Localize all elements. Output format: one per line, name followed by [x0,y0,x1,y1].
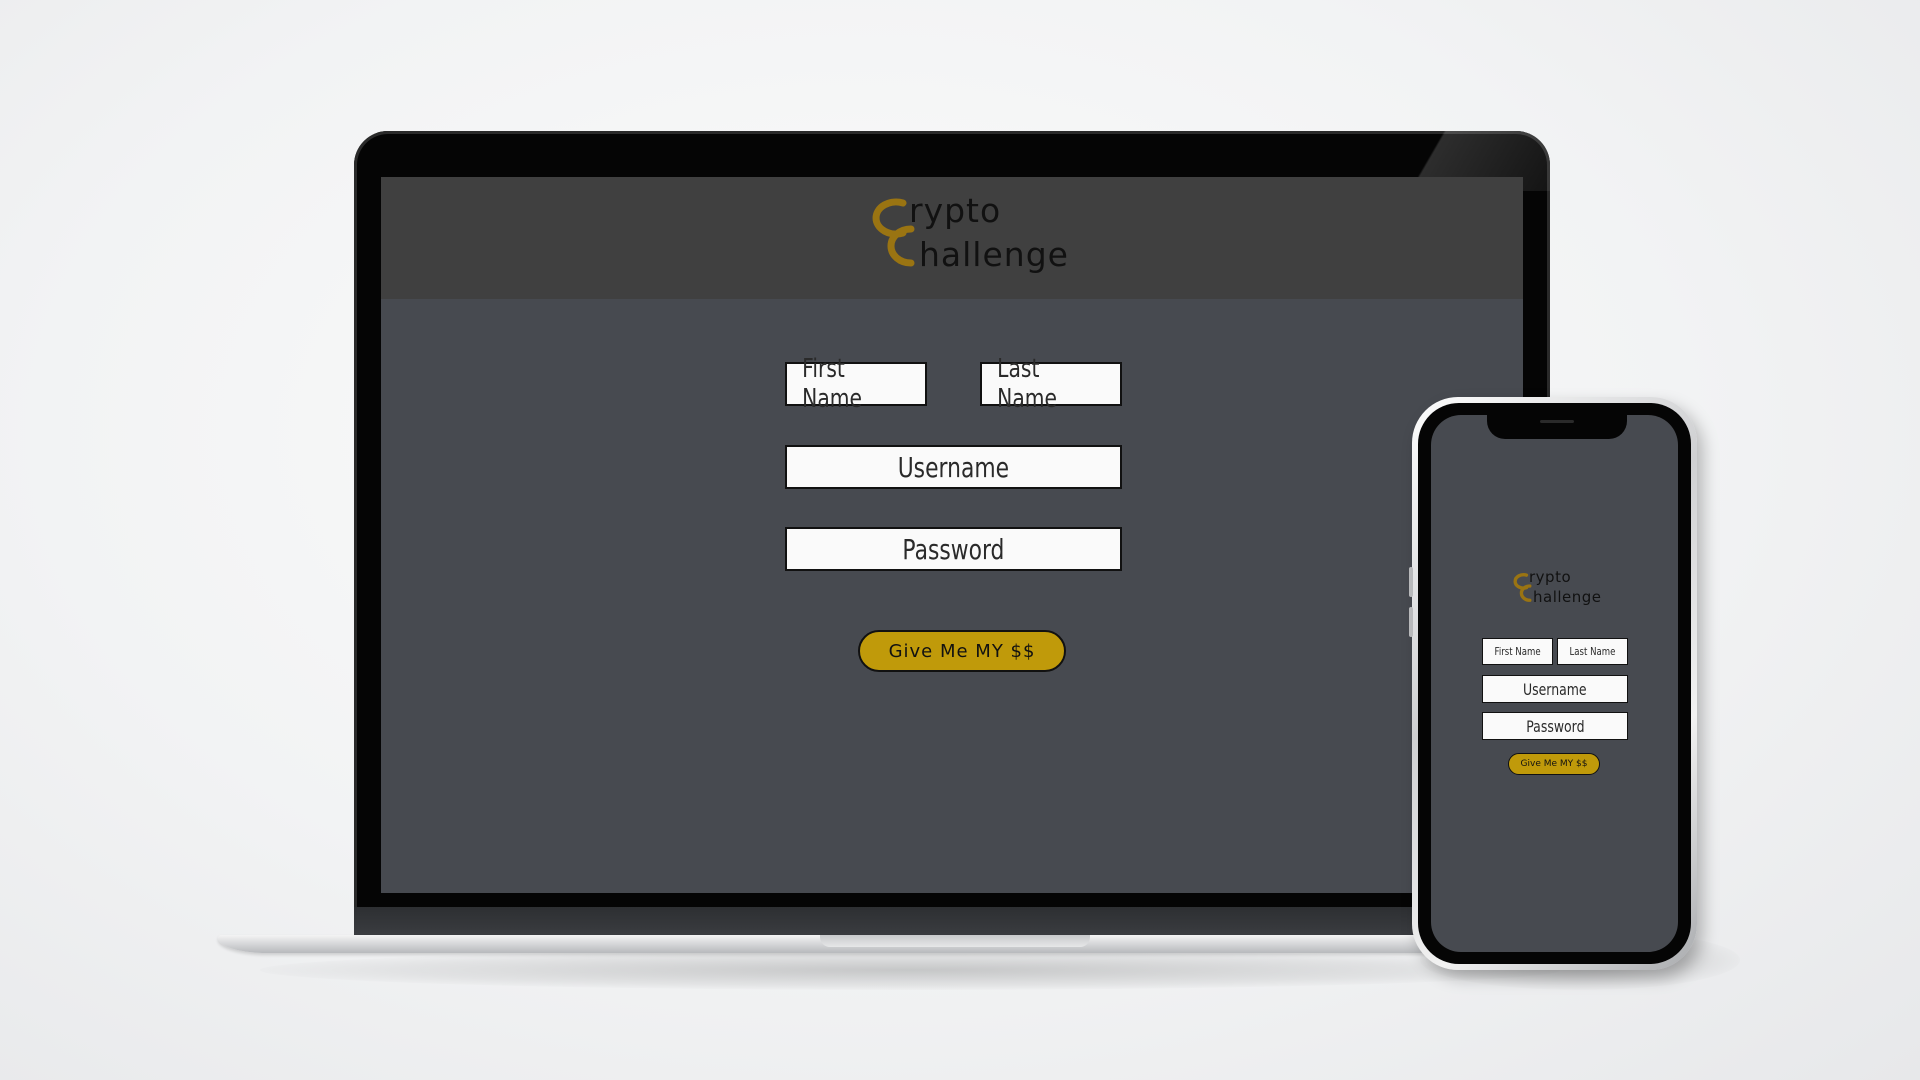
first-name-placeholder: First Name [802,354,863,414]
app-header: rypto hallenge [381,177,1523,299]
password-input[interactable]: Password [785,527,1122,571]
last-name-input[interactable]: Last Name [1557,638,1628,665]
last-name-placeholder: Last Name [1569,645,1616,658]
username-input[interactable]: Username [1482,675,1628,703]
username-placeholder: Username [1523,679,1587,699]
app-logo[interactable]: rypto hallenge [859,189,1099,279]
first-name-input[interactable]: First Name [785,354,927,414]
phone-screen: rypto hallenge First Name Last Name User… [1431,415,1678,952]
laptop-screen: rypto hallenge First Name Last Name User… [381,177,1523,893]
phone-device: rypto hallenge First Name Last Name User… [1409,397,1697,970]
last-name-placeholder: Last Name [997,354,1058,414]
first-name-input[interactable]: First Name [1482,638,1553,665]
phone-speaker [1540,420,1574,423]
phone-side-button [1409,567,1413,597]
username-input[interactable]: Username [785,445,1122,489]
last-name-input[interactable]: Last Name [980,354,1122,414]
phone-notch [1487,415,1627,439]
phone-bezel: rypto hallenge First Name Last Name User… [1418,403,1691,964]
logo-text-line2: hallenge [1533,588,1602,606]
laptop-shadow [260,950,1560,990]
username-placeholder: Username [897,450,1010,484]
logo-text-line2: hallenge [919,235,1069,274]
first-name-placeholder: First Name [1494,645,1541,658]
logo-text-line1: rypto [1529,568,1572,586]
laptop-device: rypto hallenge First Name Last Name User… [354,131,1550,939]
laptop-opening-notch [820,935,1090,947]
phone-side-button [1409,607,1413,637]
password-input[interactable]: Password [1482,712,1628,740]
submit-button[interactable]: Give Me MY $$ [858,630,1066,672]
app-logo[interactable]: rypto hallenge [1508,568,1608,608]
password-placeholder: Password [1525,716,1585,736]
submit-button[interactable]: Give Me MY $$ [1508,753,1600,775]
password-placeholder: Password [902,532,1005,566]
logo-text-line1: rypto [909,191,1002,230]
